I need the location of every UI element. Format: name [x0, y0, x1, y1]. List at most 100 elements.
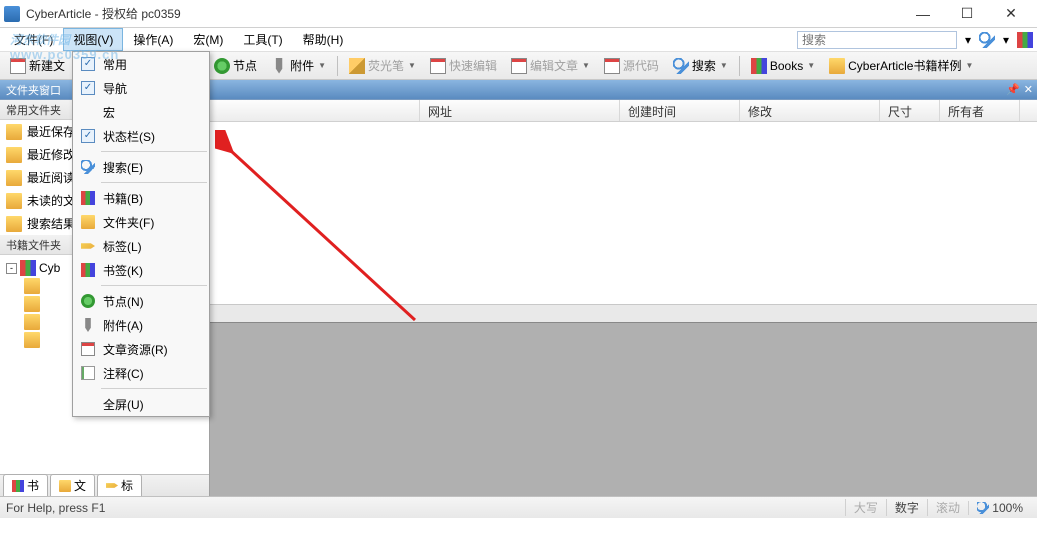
books-button[interactable]: Books▼: [745, 55, 821, 77]
menu-macro[interactable]: 宏(M): [183, 28, 233, 51]
folder-icon: [59, 480, 71, 492]
maximize-button[interactable]: ☐: [945, 1, 989, 27]
folder-icon: [6, 124, 22, 140]
folder-icon: [6, 147, 22, 163]
menu-item-8[interactable]: 书签(K): [73, 258, 209, 282]
menu-item-5[interactable]: 书籍(B): [73, 186, 209, 210]
menu-item-4[interactable]: 搜索(E): [73, 155, 209, 179]
tab-labels[interactable]: 标: [97, 474, 142, 496]
menu-item-11[interactable]: 文章资源(R): [73, 337, 209, 361]
list-body[interactable]: [210, 122, 1037, 304]
attachment-button[interactable]: 附件▼: [265, 54, 332, 77]
status-help: For Help, press F1: [6, 501, 105, 515]
folder-icon: [6, 216, 22, 232]
menu-item-3[interactable]: ✓状态栏(S): [73, 124, 209, 148]
menu-operate[interactable]: 操作(A): [123, 28, 183, 51]
menu-item-9[interactable]: 节点(N): [73, 289, 209, 313]
col-size[interactable]: 尺寸: [880, 100, 940, 121]
minimize-button[interactable]: —: [901, 1, 945, 27]
label-icon: [106, 480, 118, 492]
pin-icon[interactable]: 📌: [1006, 83, 1020, 96]
books-icon: [20, 260, 36, 276]
menu-tools[interactable]: 工具(T): [233, 28, 292, 51]
menu-item-13[interactable]: 全屏(U): [73, 392, 209, 416]
books-icon: [751, 58, 767, 74]
menu-item-1[interactable]: ✓导航: [73, 76, 209, 100]
doc-icon: [10, 58, 26, 74]
expand-icon[interactable]: -: [6, 263, 17, 274]
left-bottom-tabs: 书 文 标: [0, 474, 209, 496]
preview-pane: [210, 322, 1037, 496]
menu-help[interactable]: 帮助(H): [293, 28, 354, 51]
folder-icon: [24, 332, 40, 348]
quick-edit-button[interactable]: 快速编辑: [424, 54, 503, 77]
app-icon: [4, 6, 20, 22]
search-arrow-icon[interactable]: ▾: [998, 32, 1014, 48]
edit-icon: [430, 58, 446, 74]
right-panel: 📌 ✕ 网址 创建时间 修改 尺寸 所有者: [210, 80, 1037, 496]
view-menu-dropdown: ✓常用✓导航宏✓状态栏(S) 搜索(E) 书籍(B)文件夹(F)标签(L)书签(K)…: [72, 51, 210, 417]
tab-books[interactable]: 书: [3, 474, 48, 496]
menu-item-7[interactable]: 标签(L): [73, 234, 209, 258]
code-icon: [604, 58, 620, 74]
col-modified[interactable]: 修改: [740, 100, 880, 121]
node-icon: [214, 58, 230, 74]
library-icon[interactable]: [1017, 32, 1033, 48]
books-icon: [81, 263, 95, 277]
search-dropdown-icon[interactable]: ▾: [960, 32, 976, 48]
highlighter-button[interactable]: 荧光笔▼: [343, 54, 422, 77]
col-owner[interactable]: 所有者: [940, 100, 1020, 121]
menu-file[interactable]: 文件(F): [4, 28, 63, 51]
menu-bar: 文件(F) 视图(V) 操作(A) 宏(M) 工具(T) 帮助(H) ▾ ▾: [0, 28, 1037, 52]
tab-folders[interactable]: 文: [50, 474, 95, 496]
book-example-button[interactable]: CyberArticle书籍样例▼: [823, 54, 979, 77]
status-num: 数字: [886, 499, 927, 516]
panel-close-icon[interactable]: ✕: [1024, 83, 1033, 96]
node-icon: [81, 294, 95, 308]
menu-item-6[interactable]: 文件夹(F): [73, 210, 209, 234]
horizontal-scrollbar[interactable]: [210, 304, 1037, 322]
doc-icon: [81, 342, 95, 356]
status-scroll: 滚动: [927, 499, 968, 516]
folder-icon: [6, 170, 22, 186]
search-icon: [673, 58, 689, 74]
new-file-button[interactable]: 新建文: [4, 54, 71, 77]
article-icon: [511, 58, 527, 74]
close-button[interactable]: ✕: [989, 1, 1033, 27]
search-button[interactable]: 搜索▼: [667, 54, 734, 77]
menu-item-0[interactable]: ✓常用: [73, 52, 209, 76]
folder-icon: [81, 215, 95, 229]
folder-icon: [24, 278, 40, 294]
status-bar: For Help, press F1 大写 数字 滚动 100%: [0, 496, 1037, 518]
menu-view[interactable]: 视图(V): [63, 28, 123, 51]
attach-icon: [271, 58, 287, 74]
edit-article-button[interactable]: 编辑文章▼: [505, 54, 596, 77]
search-icon: [81, 160, 95, 174]
status-caps: 大写: [845, 499, 886, 516]
folder-icon: [24, 296, 40, 312]
folder-icon: [24, 314, 40, 330]
pen-icon: [349, 58, 365, 74]
attach-icon: [81, 318, 95, 332]
source-code-button[interactable]: 源代码: [598, 54, 665, 77]
menu-item-12[interactable]: 注释(C): [73, 361, 209, 385]
label-icon: [81, 239, 95, 253]
node-button[interactable]: 节点: [208, 54, 263, 77]
menubar-search-input[interactable]: [797, 31, 957, 49]
col-created[interactable]: 创建时间: [620, 100, 740, 121]
col-name[interactable]: [210, 100, 420, 121]
list-title-bar: 📌 ✕: [210, 80, 1037, 100]
status-zoom[interactable]: 100%: [968, 501, 1031, 515]
folder-icon: [829, 58, 845, 74]
books-icon: [12, 480, 24, 492]
col-url[interactable]: 网址: [420, 100, 620, 121]
list-columns: 网址 创建时间 修改 尺寸 所有者: [210, 100, 1037, 122]
menu-item-10[interactable]: 附件(A): [73, 313, 209, 337]
window-title: CyberArticle - 授权给 pc0359: [26, 5, 901, 22]
menu-item-2[interactable]: 宏: [73, 100, 209, 124]
folder-icon: [6, 193, 22, 209]
books-icon: [81, 191, 95, 205]
note-icon: [81, 366, 95, 380]
title-bar: CyberArticle - 授权给 pc0359 — ☐ ✕: [0, 0, 1037, 28]
search-icon[interactable]: [979, 32, 995, 48]
